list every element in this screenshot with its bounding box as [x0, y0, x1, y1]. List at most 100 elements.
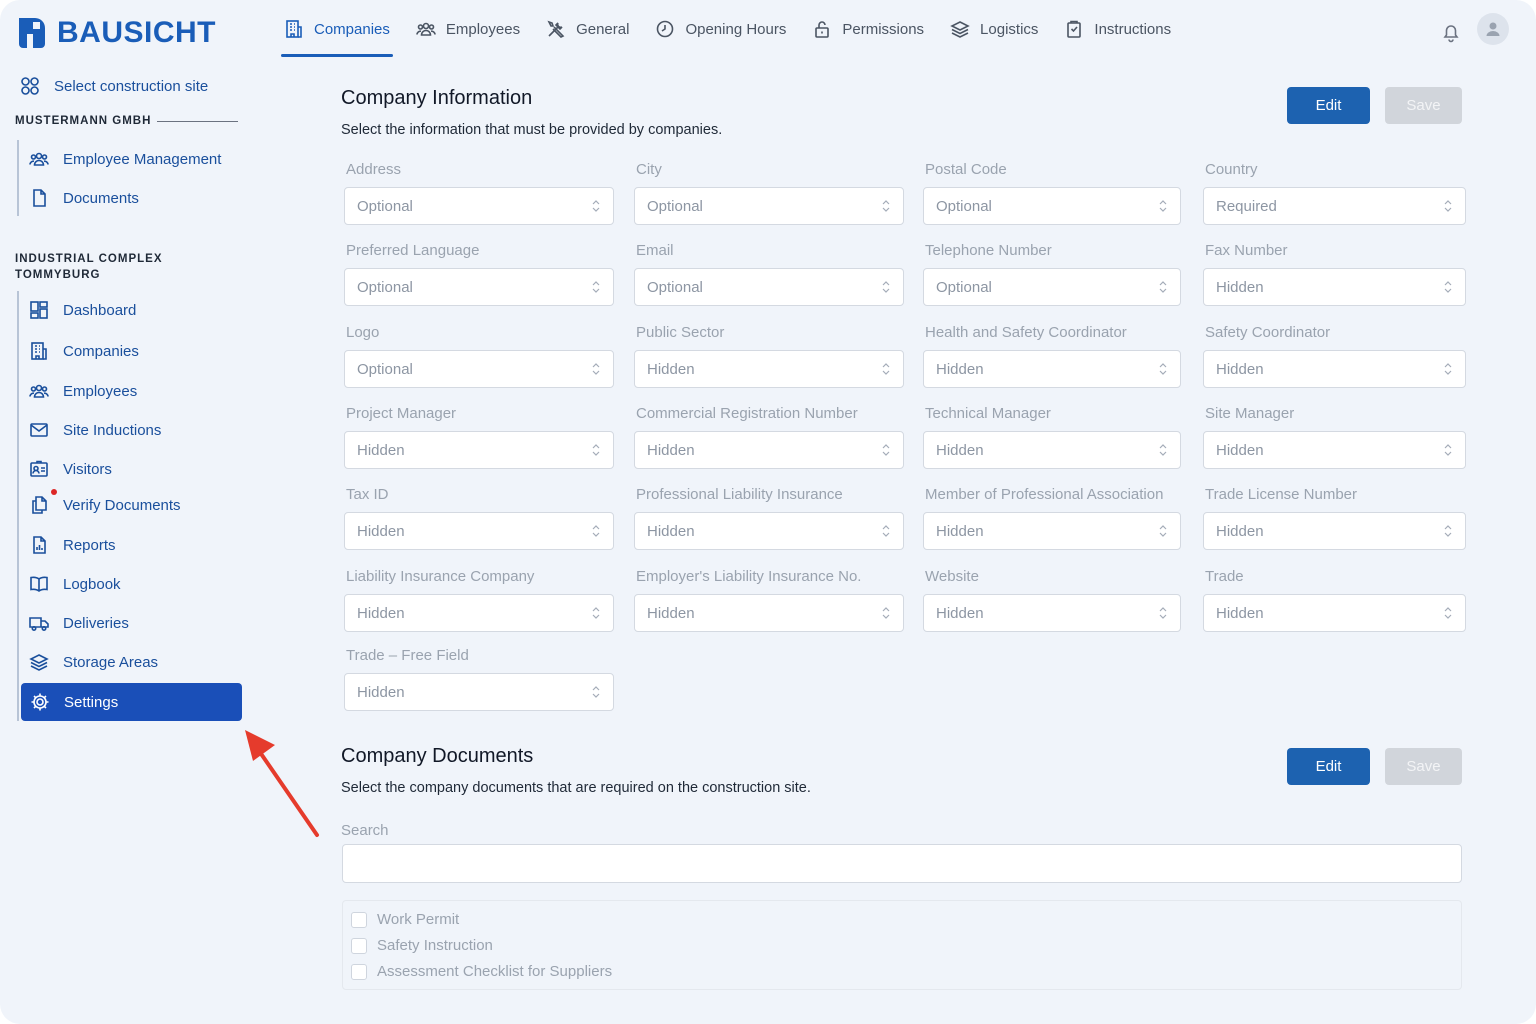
checkbox[interactable] — [351, 937, 367, 954]
layers-icon — [950, 21, 970, 38]
field-select[interactable]: Optional — [344, 350, 614, 388]
sidebar-item-companies[interactable]: Companies — [29, 339, 139, 363]
checkbox[interactable] — [351, 911, 367, 928]
report-icon — [33, 536, 46, 554]
chevron-up-down-icon — [1444, 525, 1452, 537]
field-select-value: Hidden — [1216, 522, 1264, 540]
tab-opening-hours[interactable]: Opening Hours — [652, 0, 789, 58]
field-professional-liability-insurance: Professional Liability Insurance Hidden — [634, 486, 904, 550]
field-select[interactable]: Optional — [923, 268, 1181, 306]
company-docs-edit-button[interactable]: Edit — [1287, 748, 1370, 785]
brand-logo[interactable]: BAUSICHT — [17, 16, 216, 50]
group-title-site: INDUSTRIAL COMPLEX TOMMYBURG — [15, 251, 163, 283]
document-item-work-permit[interactable]: Work Permit — [351, 911, 459, 928]
tab-employees[interactable]: Employees — [413, 0, 523, 58]
field-select-value: Hidden — [1216, 278, 1264, 296]
sidebar-item-visitors[interactable]: Visitors — [29, 457, 112, 481]
gear-icon — [31, 693, 49, 711]
field-label: Telephone Number — [925, 242, 1052, 259]
sidebar-item-reports[interactable]: Reports — [29, 533, 116, 557]
tab-companies[interactable]: Companies — [281, 0, 393, 58]
document-item-safety-instruction[interactable]: Safety Instruction — [351, 937, 493, 954]
sidebar-item-storage-areas[interactable]: Storage Areas — [29, 650, 158, 674]
book-icon — [30, 576, 48, 592]
field-label: Email — [636, 242, 674, 259]
company-docs-save-button[interactable]: Save — [1385, 748, 1462, 785]
field-select[interactable]: Hidden — [1203, 594, 1466, 632]
document-list: Work Permit Safety Instruction Assessmen… — [342, 900, 1462, 990]
search-input[interactable] — [342, 844, 1462, 883]
sidebar-item-documents[interactable]: Documents — [29, 186, 139, 210]
company-info-save-button[interactable]: Save — [1385, 87, 1462, 124]
field-select[interactable]: Hidden — [344, 431, 614, 469]
field-select[interactable]: Hidden — [1203, 512, 1466, 550]
users-icon — [416, 22, 436, 36]
chevron-up-down-icon — [1159, 525, 1167, 537]
sidebar-item-employee-management[interactable]: Employee Management — [29, 147, 221, 171]
field-select[interactable]: Hidden — [1203, 431, 1466, 469]
field-select-value: Hidden — [647, 522, 695, 540]
sidebar-item-verify-documents[interactable]: Verify Documents — [29, 489, 181, 517]
document-item-assessment-checklist[interactable]: Assessment Checklist for Suppliers — [351, 963, 612, 980]
field-public-sector: Public Sector Hidden — [634, 324, 904, 388]
tab-general[interactable]: General — [543, 0, 632, 58]
notification-bell-icon[interactable] — [1440, 21, 1462, 43]
field-select[interactable]: Hidden — [1203, 350, 1466, 388]
field-address: Address Optional — [344, 161, 614, 225]
user-avatar[interactable] — [1477, 13, 1509, 45]
field-select[interactable]: Hidden — [1203, 268, 1466, 306]
sidebar-item-dashboard[interactable]: Dashboard — [29, 298, 136, 322]
field-select[interactable]: Hidden — [634, 350, 904, 388]
user-icon — [1486, 22, 1500, 36]
field-label: Member of Professional Association — [925, 486, 1164, 503]
field-select[interactable]: Optional — [923, 187, 1181, 225]
field-select[interactable]: Required — [1203, 187, 1466, 225]
sidebar-item-employees[interactable]: Employees — [29, 379, 137, 403]
documents-icon — [32, 496, 47, 514]
company-info-edit-button[interactable]: Edit — [1287, 87, 1370, 124]
group-title-line: INDUSTRIAL COMPLEX — [15, 253, 163, 265]
field-select[interactable]: Hidden — [923, 350, 1181, 388]
field-select[interactable]: Hidden — [634, 512, 904, 550]
mail-icon — [30, 423, 48, 437]
field-label: Employer's Liability Insurance No. — [636, 568, 862, 585]
sidebar-item-label: Employees — [63, 382, 138, 400]
chevron-up-down-icon — [592, 607, 600, 619]
sidebar-item-deliveries[interactable]: Deliveries — [29, 611, 129, 635]
field-trade-license-number: Trade License Number Hidden — [1203, 486, 1466, 550]
tab-label: General — [576, 20, 630, 38]
sidebar-item-label: Storage Areas — [63, 653, 159, 671]
sidebar-item-settings[interactable]: Settings — [21, 683, 242, 721]
sidebar-item-site-inductions[interactable]: Site Inductions — [29, 418, 161, 442]
field-select[interactable]: Optional — [344, 268, 614, 306]
field-select[interactable]: Hidden — [634, 594, 904, 632]
field-select[interactable]: Optional — [344, 187, 614, 225]
tab-logistics[interactable]: Logistics — [947, 0, 1041, 58]
field-select[interactable]: Hidden — [923, 594, 1181, 632]
tab-instructions[interactable]: Instructions — [1061, 0, 1174, 58]
field-health-and-safety-coordinator: Health and Safety Coordinator Hidden — [923, 324, 1181, 388]
chevron-up-down-icon — [592, 281, 600, 293]
field-select[interactable]: Hidden — [923, 512, 1181, 550]
checkbox[interactable] — [351, 963, 367, 980]
document-icon — [33, 189, 46, 207]
building-icon — [31, 342, 47, 360]
field-select[interactable]: Hidden — [344, 673, 614, 711]
field-select[interactable]: Hidden — [923, 431, 1181, 469]
group-title-line: TOMMYBURG — [15, 269, 101, 281]
tab-permissions[interactable]: Permissions — [809, 0, 927, 58]
select-construction-site[interactable]: Select construction site — [20, 76, 208, 96]
field-select[interactable]: Hidden — [344, 512, 614, 550]
users-icon — [29, 384, 49, 398]
field-select[interactable]: Optional — [634, 268, 904, 306]
sidebar-item-logbook[interactable]: Logbook — [29, 572, 121, 596]
chevron-up-down-icon — [592, 525, 600, 537]
field-select[interactable]: Hidden — [344, 594, 614, 632]
chevron-up-down-icon — [1444, 200, 1452, 212]
building-icon — [286, 20, 302, 38]
field-label: Project Manager — [346, 405, 457, 422]
tools-icon — [547, 20, 565, 38]
field-select[interactable]: Optional — [634, 187, 904, 225]
field-select[interactable]: Hidden — [634, 431, 904, 469]
nav-guide-line — [17, 291, 19, 721]
